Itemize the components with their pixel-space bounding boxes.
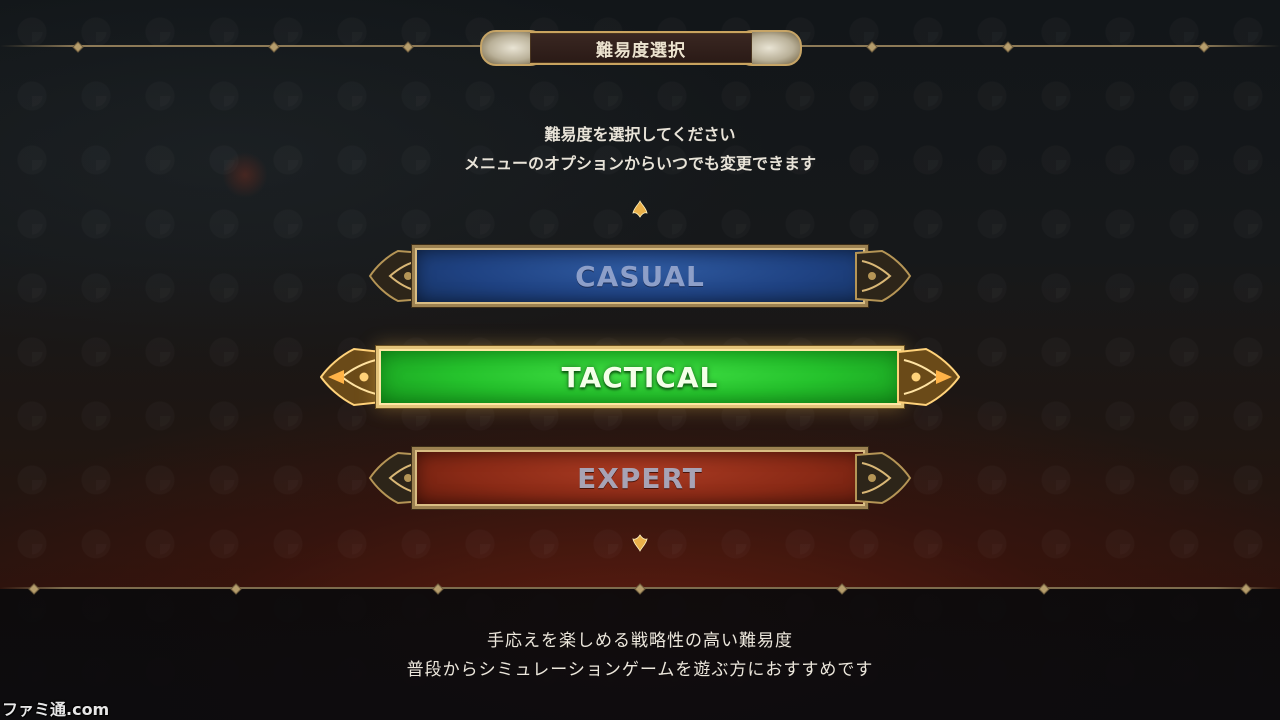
difficulty-label: CASUAL xyxy=(575,259,705,293)
divider-gem xyxy=(402,41,414,53)
divider-gem xyxy=(866,41,878,53)
arrow-down-icon[interactable] xyxy=(632,534,648,552)
title-plate: 難易度選択 xyxy=(480,26,802,66)
divider-gem xyxy=(72,41,84,53)
difficulty-option-expert[interactable]: EXPERT xyxy=(368,447,912,509)
difficulty-label: EXPERT xyxy=(577,461,703,495)
divider-gem xyxy=(1002,41,1014,53)
instructions: 難易度を選択してください メニューのオプションからいつでも変更できます xyxy=(0,120,1280,178)
description-line: 手応えを楽しめる戦略性の高い難易度 xyxy=(487,631,793,651)
difficulty-option-casual[interactable]: CASUAL xyxy=(368,245,912,307)
difficulty-label: TACTICAL xyxy=(561,360,719,394)
title-bar: 難易度選択 xyxy=(530,31,752,65)
watermark: ファミ通.com xyxy=(2,700,110,719)
divider-gem xyxy=(1198,41,1210,53)
page-title: 難易度選択 xyxy=(596,40,686,61)
description-line: 普段からシミュレーションゲームを遊ぶ方におすすめです xyxy=(406,660,874,680)
difficulty-description: 手応えを楽しめる戦略性の高い難易度 普段からシミュレーションゲームを遊ぶ方におす… xyxy=(0,627,1280,685)
divider-gem xyxy=(268,41,280,53)
difficulty-option-tactical[interactable]: TACTICAL xyxy=(320,346,960,408)
instruction-line: 難易度を選択してください xyxy=(544,125,736,144)
difficulty-select-screen: 難易度選択 難易度を選択してください メニューのオプションからいつでも変更できま… xyxy=(0,0,1280,720)
instruction-line: メニューのオプションからいつでも変更できます xyxy=(463,154,816,173)
arrow-up-icon[interactable] xyxy=(632,200,648,218)
